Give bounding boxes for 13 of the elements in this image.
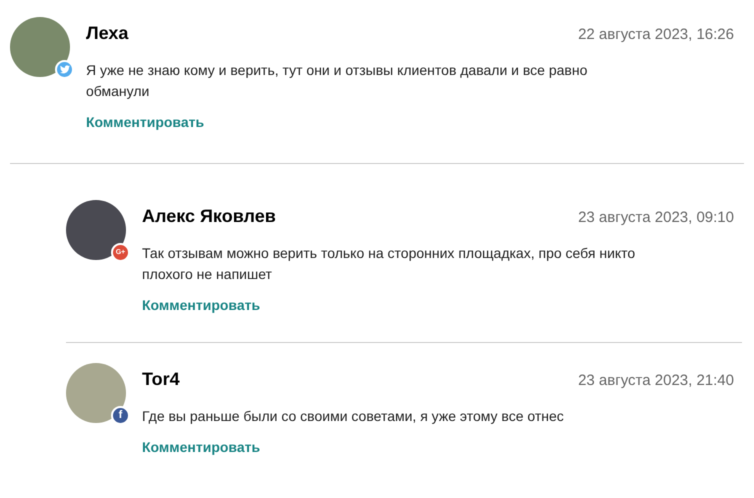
author-name: Tor4 xyxy=(142,368,180,391)
author-name: Алекс Яковлев xyxy=(142,205,276,228)
reply-link[interactable]: Комментировать xyxy=(142,437,260,458)
social-badge-icon: f xyxy=(111,406,130,425)
comment-text: Так отзывам можно верить только на сторонних площадках, про себя никто плохого не напишет xyxy=(142,244,636,284)
comment-date: 23 августа 2023, 21:40 xyxy=(578,371,734,391)
comment-date: 22 августа 2023, 16:26 xyxy=(578,25,734,45)
comment-text: Где вы раньше были со своими советами, я уже этому все отнес xyxy=(142,407,565,426)
comment-text: Я уже не знаю кому и верить, тут они и отзывы клиентов давали и все равно обманули xyxy=(86,61,588,101)
reply-link[interactable]: Комментировать xyxy=(142,295,260,316)
author-name: Леха xyxy=(86,22,128,45)
comment-date: 23 августа 2023, 09:10 xyxy=(578,208,734,228)
reply-link[interactable]: Комментировать xyxy=(86,112,204,133)
